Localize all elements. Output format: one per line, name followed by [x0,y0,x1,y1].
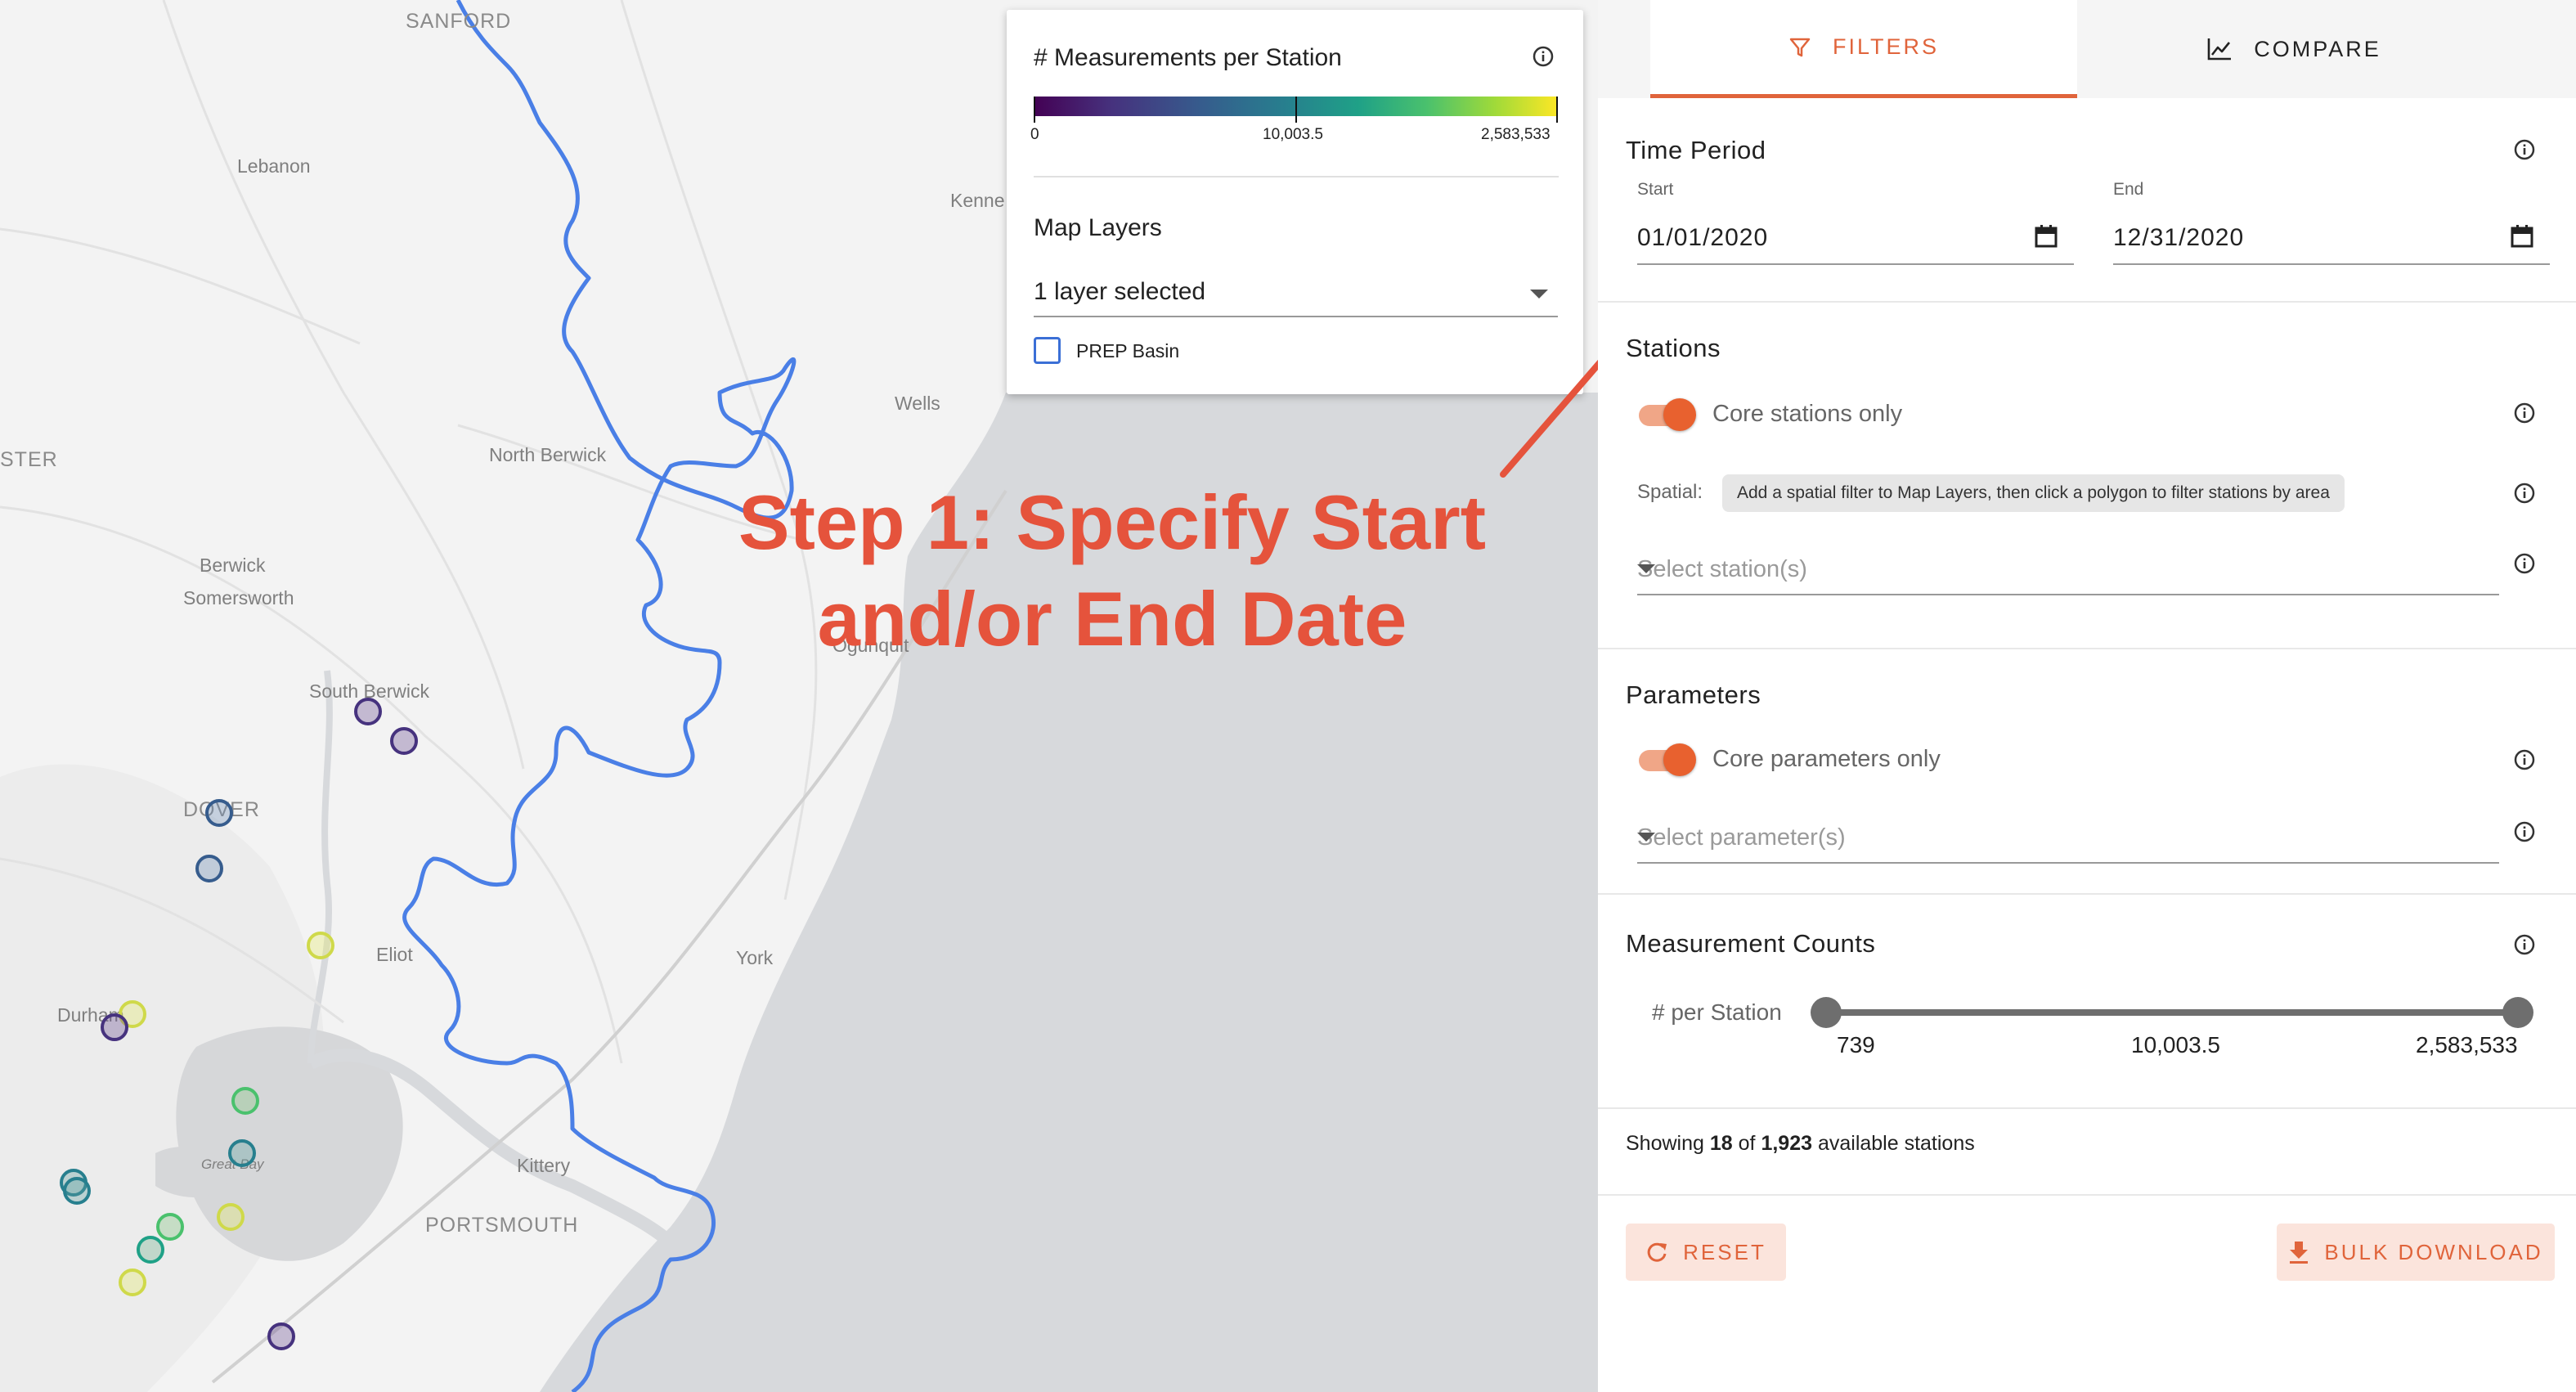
map-label-kittery: Kittery [517,1155,571,1176]
filter-icon [1789,38,1811,56]
chevron-down-icon [1637,564,1655,573]
end-date-label: End [2113,180,2144,199]
calendar-icon[interactable] [2511,224,2533,249]
map-label-dover: DOVER [183,798,260,821]
filter-panel: FILTERS COMPARE Time Period Start 01/01/… [1598,0,2576,1392]
reset-label: RESET [1683,1239,1766,1264]
section-divider [1598,301,2576,303]
section-divider [1598,893,2576,895]
slider-min-label: 739 [1837,1032,1875,1057]
info-icon[interactable] [2514,934,2535,959]
reset-button[interactable]: RESET [1626,1224,1786,1281]
map-label-kenne: Kenne [950,190,1005,211]
map-label-south-berwick: South Berwick [309,680,430,702]
core-stations-label: Core stations only [1712,401,1903,427]
core-parameters-label: Core parameters only [1712,746,1941,772]
map-layers-select-value: 1 layer selected [1034,278,1206,305]
tab-filters[interactable]: FILTERS [1650,0,2077,98]
start-date-value: 01/01/2020 [1637,224,1769,251]
chart-line-icon [2207,38,2232,61]
map-layers-select[interactable]: 1 layer selected [1034,270,1558,317]
info-icon[interactable] [2514,402,2535,428]
map-label-somersworth: Somersworth [183,587,294,608]
chevron-down-icon [1530,290,1548,299]
legend-divider [1034,176,1559,177]
slider-max-label: 2,583,533 [2416,1032,2518,1057]
prep-basin-checkbox[interactable] [1034,337,1061,364]
info-icon[interactable] [1533,46,1554,71]
info-icon[interactable] [2514,553,2535,578]
parameter-select[interactable]: Select parameter(s) [1637,813,2499,864]
core-parameters-toggle[interactable] [1636,741,1698,779]
step-annotation: Step 1: Specify Start and/or End Date [703,474,1521,667]
total-count: 1,923 [1761,1132,1812,1155]
colorbar-tick-mid [1295,97,1297,123]
map-label-wells: Wells [895,393,940,414]
map-label-lebanon: Lebanon [237,155,311,177]
map-label-great-bay: Great Bay [201,1156,264,1172]
section-divider [1598,1194,2576,1196]
tab-compare-label: COMPARE [2254,36,2381,61]
bulk-download-label: BULK DOWNLOAD [2324,1239,2543,1264]
per-station-label: # per Station [1652,999,1782,1025]
info-icon[interactable] [2514,821,2535,846]
map-label-north-berwick: North Berwick [489,444,607,465]
calendar-icon[interactable] [2035,224,2058,249]
tab-compare[interactable]: COMPARE [2077,0,2511,98]
annotation-line-2: and/or End Date [817,576,1407,662]
map-label-berwick: Berwick [200,555,266,576]
map-label-durham: Durham [57,1004,124,1026]
section-divider [1598,648,2576,649]
tab-bar: FILTERS COMPARE [1598,0,2576,98]
measurement-counts-title: Measurement Counts [1626,929,1876,958]
time-period-title: Time Period [1626,136,1766,164]
end-date-value: 12/31/2020 [2113,224,2245,251]
colorbar-max-label: 2,583,533 [1481,126,1551,143]
info-icon[interactable] [2514,749,2535,775]
start-date-input[interactable]: 01/01/2020 [1637,214,2074,265]
annotation-line-1: Step 1: Specify Start [738,479,1487,565]
prep-basin-label: PREP Basin [1076,340,1180,361]
tab-filters-label: FILTERS [1832,34,1939,59]
slider-mid-label: 10,003.5 [2131,1032,2220,1057]
slider-max-handle[interactable] [2502,997,2533,1028]
end-date-input[interactable]: 12/31/2020 [2113,214,2550,265]
chevron-down-icon [1637,833,1655,842]
map-label-portsmouth: PORTSMOUTH [425,1214,579,1237]
parameters-title: Parameters [1626,680,1761,709]
stations-title: Stations [1626,334,1721,362]
refresh-icon [1647,1242,1667,1262]
spatial-hint-chip: Add a spatial filter to Map Layers, then… [1722,474,2345,512]
station-count-summary: Showing 18 of 1,923 available stations [1626,1132,1975,1155]
section-divider [1598,1107,2576,1109]
parameter-select-placeholder: Select parameter(s) [1637,824,1846,851]
station-select[interactable]: Select station(s) [1637,545,2499,595]
core-stations-toggle[interactable] [1636,396,1698,433]
map-label-sanford: SANFORD [406,10,512,33]
map-label-eliot: Eliot [376,944,413,965]
colorbar-mid-label: 10,003.5 [1263,126,1323,143]
info-icon[interactable] [2514,139,2535,164]
spatial-label: Spatial: [1637,481,1703,503]
colorbar-tick-max [1556,97,1558,123]
bulk-download-button[interactable]: BULK DOWNLOAD [2277,1224,2555,1281]
colorbar-min-label: 0 [1030,126,1039,143]
map-layers-label: Map Layers [1034,214,1162,241]
legend-panel: # Measurements per Station 0 10,003.5 2,… [1007,10,1583,394]
start-date-label: Start [1637,180,1674,199]
measurement-count-slider[interactable] [1825,1009,2517,1016]
map-label-york: York [736,947,774,968]
colorbar-tick-min [1034,97,1035,123]
slider-min-handle[interactable] [1811,997,1842,1028]
shown-count: 18 [1709,1132,1733,1155]
station-select-placeholder: Select station(s) [1637,556,1807,582]
legend-title: # Measurements per Station [1034,44,1342,71]
map-label-ster: STER [0,448,58,471]
info-icon[interactable] [2514,483,2535,508]
download-icon [2290,1242,2309,1264]
